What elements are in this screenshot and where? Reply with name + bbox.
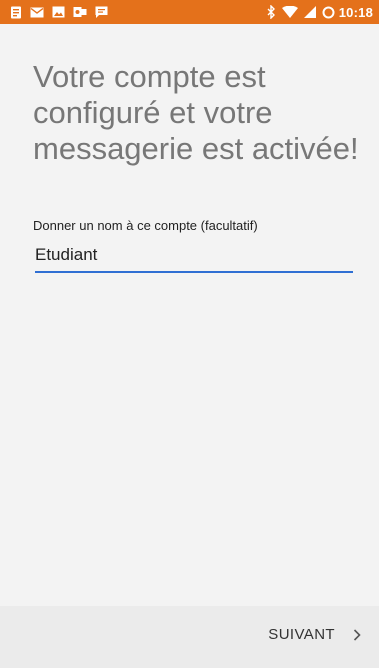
notes-icon	[10, 6, 22, 19]
setup-complete-heading: Votre compte est configuré et votre mess…	[33, 59, 363, 167]
battery-ring-icon	[322, 6, 335, 19]
notification-icons	[10, 6, 116, 19]
account-name-label: Donner un nom à ce compte (facultatif)	[33, 218, 258, 233]
bottom-bar: SUIVANT	[0, 606, 379, 668]
heading-line: messagerie est activée!	[33, 131, 359, 166]
bluetooth-icon	[267, 5, 276, 19]
status-time: 10:18	[338, 4, 373, 20]
outlook-icon	[73, 6, 87, 18]
chat-icon	[95, 6, 108, 19]
image-icon	[52, 6, 65, 18]
system-icons: 10:18	[261, 5, 373, 20]
status-bar: 10:18	[0, 0, 379, 24]
next-button[interactable]: SUIVANT	[268, 626, 361, 643]
account-name-input[interactable]	[35, 243, 353, 273]
wifi-icon	[281, 6, 298, 18]
heading-line: configuré et votre	[33, 95, 273, 130]
heading-line: Votre compte est	[33, 59, 266, 94]
chevron-right-icon	[353, 628, 361, 641]
signal-icon	[303, 6, 316, 18]
next-button-label: SUIVANT	[268, 626, 335, 643]
email-icon	[30, 7, 44, 18]
